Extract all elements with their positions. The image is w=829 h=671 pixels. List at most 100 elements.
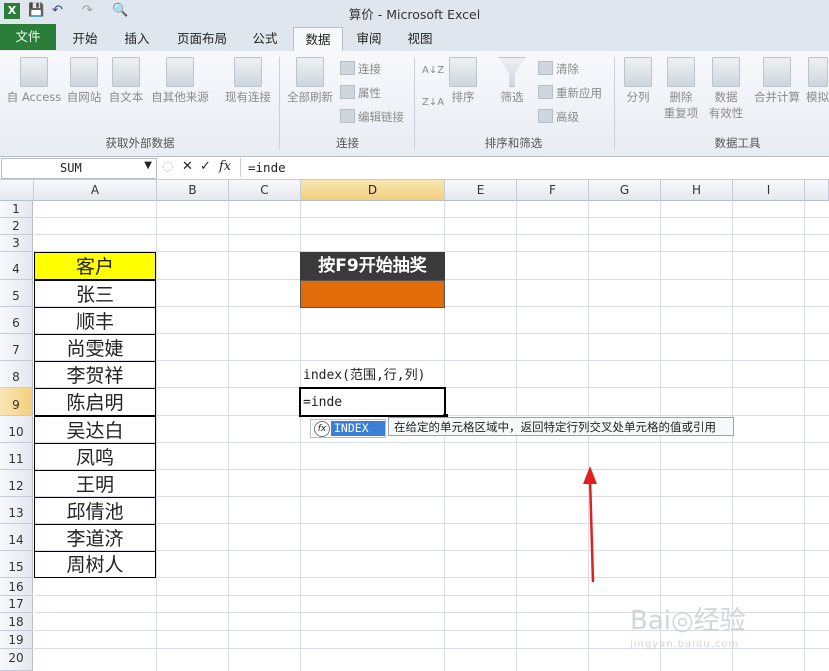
chevron-down-icon[interactable]: ▼ [144,160,152,171]
from-access-button[interactable]: 自 Access [6,57,62,105]
column-header[interactable] [805,180,829,201]
reapply-button[interactable]: 重新应用 [538,85,602,101]
row-header[interactable]: 11 [0,443,33,470]
row-header-selected[interactable]: 9 [0,388,33,416]
clear-filter-button[interactable]: 清除 [538,61,579,77]
column-header[interactable]: A [34,180,157,201]
tab-file[interactable]: 文件 [0,24,56,50]
properties-label: 属性 [358,86,381,100]
tab-home[interactable]: 开始 [60,27,110,50]
customer-cell[interactable]: 李道济 [34,524,156,552]
customer-cell[interactable]: 王明 [34,470,156,498]
watermark-url: jingyan.baidu.com [630,639,740,650]
row-header[interactable]: 12 [0,470,33,497]
customer-cell[interactable]: 邱倩池 [34,497,156,525]
name-box[interactable]: SUM ▼ [1,158,157,179]
existing-connections-label: 现有连接 [225,90,271,104]
column-header[interactable]: H [661,180,733,201]
column-header-selected[interactable]: D [301,180,445,201]
tab-data[interactable]: 数据 [293,27,343,52]
index-syntax-note: index(范围,行,列) [303,368,426,383]
properties-button[interactable]: 属性 [340,85,381,101]
row-header[interactable]: 1 [0,201,33,218]
row-header[interactable]: 7 [0,334,33,361]
tab-page-layout[interactable]: 页面布局 [166,27,238,50]
sort-button[interactable]: 排序 [446,57,480,105]
column-header[interactable]: E [445,180,517,201]
row-header[interactable]: 4 [0,252,33,280]
formula-autocomplete-list: fx INDEX [310,419,386,438]
formula-input[interactable] [240,158,829,177]
customer-cell[interactable]: 周树人 [34,551,156,578]
draw-result-cell[interactable] [300,280,445,308]
connections-label: 连接 [358,62,381,76]
customer-cell[interactable]: 张三 [34,280,156,308]
existing-connections-button[interactable]: 现有连接 [220,57,276,105]
column-header[interactable]: G [589,180,661,201]
row-header[interactable]: 14 [0,524,33,551]
row-header[interactable]: 3 [0,235,33,252]
tab-view[interactable]: 视图 [396,27,444,50]
customer-cell[interactable]: 陈启明 [34,388,156,416]
database-icon [166,57,194,87]
what-if-button[interactable]: 模拟 [806,57,829,105]
from-web-button[interactable]: 自网站 [64,57,104,105]
reapply-label: 重新应用 [556,86,602,100]
column-header[interactable]: F [517,180,589,201]
remove-duplicates-button[interactable]: 删除 重复项 [660,57,702,121]
row-header[interactable]: 6 [0,307,33,334]
column-header[interactable]: B [157,180,229,201]
connections-button[interactable]: 连接 [340,61,381,77]
f9-draw-button-cell[interactable]: 按F9开始抽奖 [300,252,445,280]
text-to-columns-button[interactable]: 分列 [620,57,656,105]
customer-cell[interactable]: 凤鸣 [34,443,156,471]
row-header[interactable]: 19 [0,631,33,649]
row-header[interactable]: 8 [0,361,33,388]
what-if-icon [807,57,828,87]
row-header[interactable]: 2 [0,218,33,235]
text-to-columns-label: 分列 [626,90,650,104]
filter-funnel-icon [498,57,526,87]
sort-descending-button[interactable]: Z↓A [422,97,444,108]
row-header[interactable]: 17 [0,596,33,613]
edit-links-label: 编辑链接 [358,110,404,124]
from-text-button[interactable]: 自文本 [106,57,146,105]
cancel-icon[interactable]: ✕ [182,159,193,174]
customer-cell[interactable]: 顺丰 [34,307,156,335]
data-validation-button[interactable]: 数据 有效性 [704,57,748,121]
group-label-data-tools: 数据工具 [714,136,761,150]
column-header[interactable]: C [229,180,301,201]
row-header[interactable]: 20 [0,649,33,671]
red-arrow-annotation [583,466,597,583]
row-header[interactable]: 18 [0,613,33,631]
row-header[interactable]: 15 [0,551,33,578]
ribbon: 自 Access 自网站 自文本 自其他来源 现有连接 获取外部数据 全部刷新 … [0,51,829,157]
row-header[interactable]: 13 [0,497,33,524]
active-cell-d9[interactable]: =inde [299,387,448,419]
advanced-filter-button[interactable]: 高级 [538,109,579,125]
from-web-label: 自网站 [66,90,102,104]
row-header[interactable]: 10 [0,416,33,443]
customer-cell[interactable]: 吴达白 [34,416,156,444]
customer-cell[interactable]: 李贺祥 [34,361,156,389]
refresh-all-button[interactable]: 全部刷新 [284,57,336,105]
sort-ascending-button[interactable]: A↓Z [422,65,444,76]
autocomplete-item-index[interactable]: INDEX [331,421,385,436]
select-all-corner[interactable] [0,180,34,201]
row-header[interactable]: 5 [0,280,33,307]
insert-function-icon[interactable]: fx [219,159,231,174]
tab-insert[interactable]: 插入 [112,27,162,50]
customer-cell[interactable]: 尚雯婕 [34,334,156,362]
row-header[interactable]: 16 [0,578,33,596]
consolidate-button[interactable]: 合并计算 [750,57,804,105]
enter-icon[interactable]: ✓ [200,159,211,174]
tab-formulas[interactable]: 公式 [242,27,288,50]
tab-review[interactable]: 审阅 [346,27,392,50]
function-icon: fx [314,421,330,437]
edit-links-button[interactable]: 编辑链接 [340,109,404,125]
from-other-sources-button[interactable]: 自其他来源 [148,57,212,105]
customer-header-cell[interactable]: 客户 [34,252,156,280]
consolidate-icon [763,57,791,87]
column-header[interactable]: I [733,180,805,201]
filter-button[interactable]: 筛选 [494,57,530,105]
